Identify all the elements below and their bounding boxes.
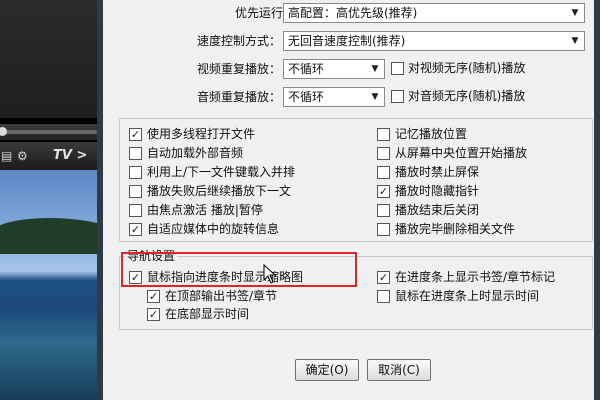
- option-label: 自动加载外部音频: [147, 146, 244, 160]
- option-checkbox[interactable]: [377, 223, 390, 236]
- video-random-label: 对视频无序(随机)播放: [408, 61, 526, 75]
- nav-option-label: 在进度条上显示书签/章节标记: [395, 270, 556, 284]
- option-label: 播放结束后关闭: [395, 203, 480, 217]
- cancel-button[interactable]: 取消(C): [367, 359, 431, 381]
- option-checkbox[interactable]: [377, 204, 390, 217]
- option-checkbox[interactable]: [129, 128, 142, 141]
- video-repeat-value: 不循环: [288, 62, 325, 76]
- option-label: 播放时禁止屏保: [395, 165, 480, 179]
- gear-icon[interactable]: ⚙: [17, 148, 28, 164]
- nav-option-label: 鼠标在进度条上时显示时间: [395, 289, 540, 303]
- chevron-down-icon: ▼: [571, 8, 579, 18]
- menu-icon[interactable]: ▤: [1, 148, 12, 164]
- video-repeat-label: 视频重复播放：: [196, 62, 281, 76]
- video-random-checkbox[interactable]: [391, 62, 404, 75]
- option-checkbox[interactable]: [377, 185, 390, 198]
- audio-random-checkbox[interactable]: [391, 90, 404, 103]
- audio-repeat-select[interactable]: 不循环 ▼: [283, 87, 385, 107]
- option-checkbox[interactable]: [377, 166, 390, 179]
- option-label: 播放失败后继续播放下一文: [147, 184, 292, 198]
- audio-repeat-label: 音频重复播放：: [196, 90, 281, 104]
- mouse-cursor-icon: [263, 264, 277, 284]
- option-label: 记忆播放位置: [395, 127, 468, 141]
- option-label: 使用多线程打开文件: [147, 127, 256, 141]
- nav-option-label: 在顶部输出书签/章节: [165, 289, 278, 303]
- nav-option-label: 在底部显示时间: [165, 307, 250, 321]
- option-label: 自适应媒体中的旋转信息: [147, 222, 280, 236]
- speed-label: 速度控制方式：: [196, 34, 281, 48]
- window-frame-right: [594, 0, 600, 400]
- priority-select[interactable]: 高配置：高优先级(推荐) ▼: [283, 3, 585, 23]
- nav-checkbox[interactable]: [377, 271, 390, 284]
- nav-checkbox[interactable]: [377, 290, 390, 303]
- option-checkbox[interactable]: [129, 166, 142, 179]
- nav-checkbox[interactable]: [147, 290, 160, 303]
- player-video-area: [0, 0, 97, 118]
- option-checkbox[interactable]: [129, 204, 142, 217]
- media-player-panel: ▤ ⚙ TV >: [0, 0, 97, 400]
- option-checkbox[interactable]: [377, 128, 390, 141]
- seek-bar[interactable]: [0, 124, 97, 140]
- speed-value: 无回音速度控制(推荐): [288, 34, 406, 48]
- seek-thumb[interactable]: [0, 127, 7, 136]
- nav-checkbox[interactable]: [147, 308, 160, 321]
- audio-repeat-value: 不循环: [288, 90, 325, 104]
- option-label: 播放时隐藏指针: [395, 184, 480, 198]
- audio-random-label: 对音频无序(随机)播放: [408, 89, 526, 103]
- option-checkbox[interactable]: [129, 185, 142, 198]
- priority-value: 高配置：高优先级(推荐): [288, 6, 418, 20]
- chevron-down-icon: ▼: [571, 36, 579, 46]
- option-checkbox[interactable]: [377, 147, 390, 160]
- speed-select[interactable]: 无回音速度控制(推荐) ▼: [283, 31, 585, 51]
- option-label: 利用上/下一文件键载入并排: [147, 165, 296, 179]
- settings-dialog: 优先运行权： 高配置：高优先级(推荐) ▼ 速度控制方式： 无回音速度控制(推荐…: [97, 0, 600, 400]
- option-label: 由焦点激活 播放|暂停: [147, 203, 263, 217]
- option-label: 播放完毕删除相关文件: [395, 222, 516, 236]
- option-label: 从屏幕中央位置开始播放: [395, 146, 528, 160]
- chevron-down-icon: ▼: [371, 92, 379, 102]
- video-repeat-select[interactable]: 不循环 ▼: [283, 59, 385, 79]
- option-checkbox[interactable]: [129, 223, 142, 236]
- video-frame-image: [0, 170, 97, 400]
- seek-track: [0, 130, 97, 134]
- player-controls: ▤ ⚙ TV >: [0, 142, 97, 170]
- option-checkbox[interactable]: [129, 147, 142, 160]
- nav-option-label: 鼠标指向进度条时显示缩略图: [147, 270, 304, 284]
- chevron-down-icon: ▼: [371, 64, 379, 74]
- tv-button[interactable]: TV >: [53, 147, 87, 165]
- ok-button[interactable]: 确定(O): [295, 359, 359, 381]
- nav-checkbox[interactable]: [129, 271, 142, 284]
- mountain-silhouette: [0, 218, 97, 254]
